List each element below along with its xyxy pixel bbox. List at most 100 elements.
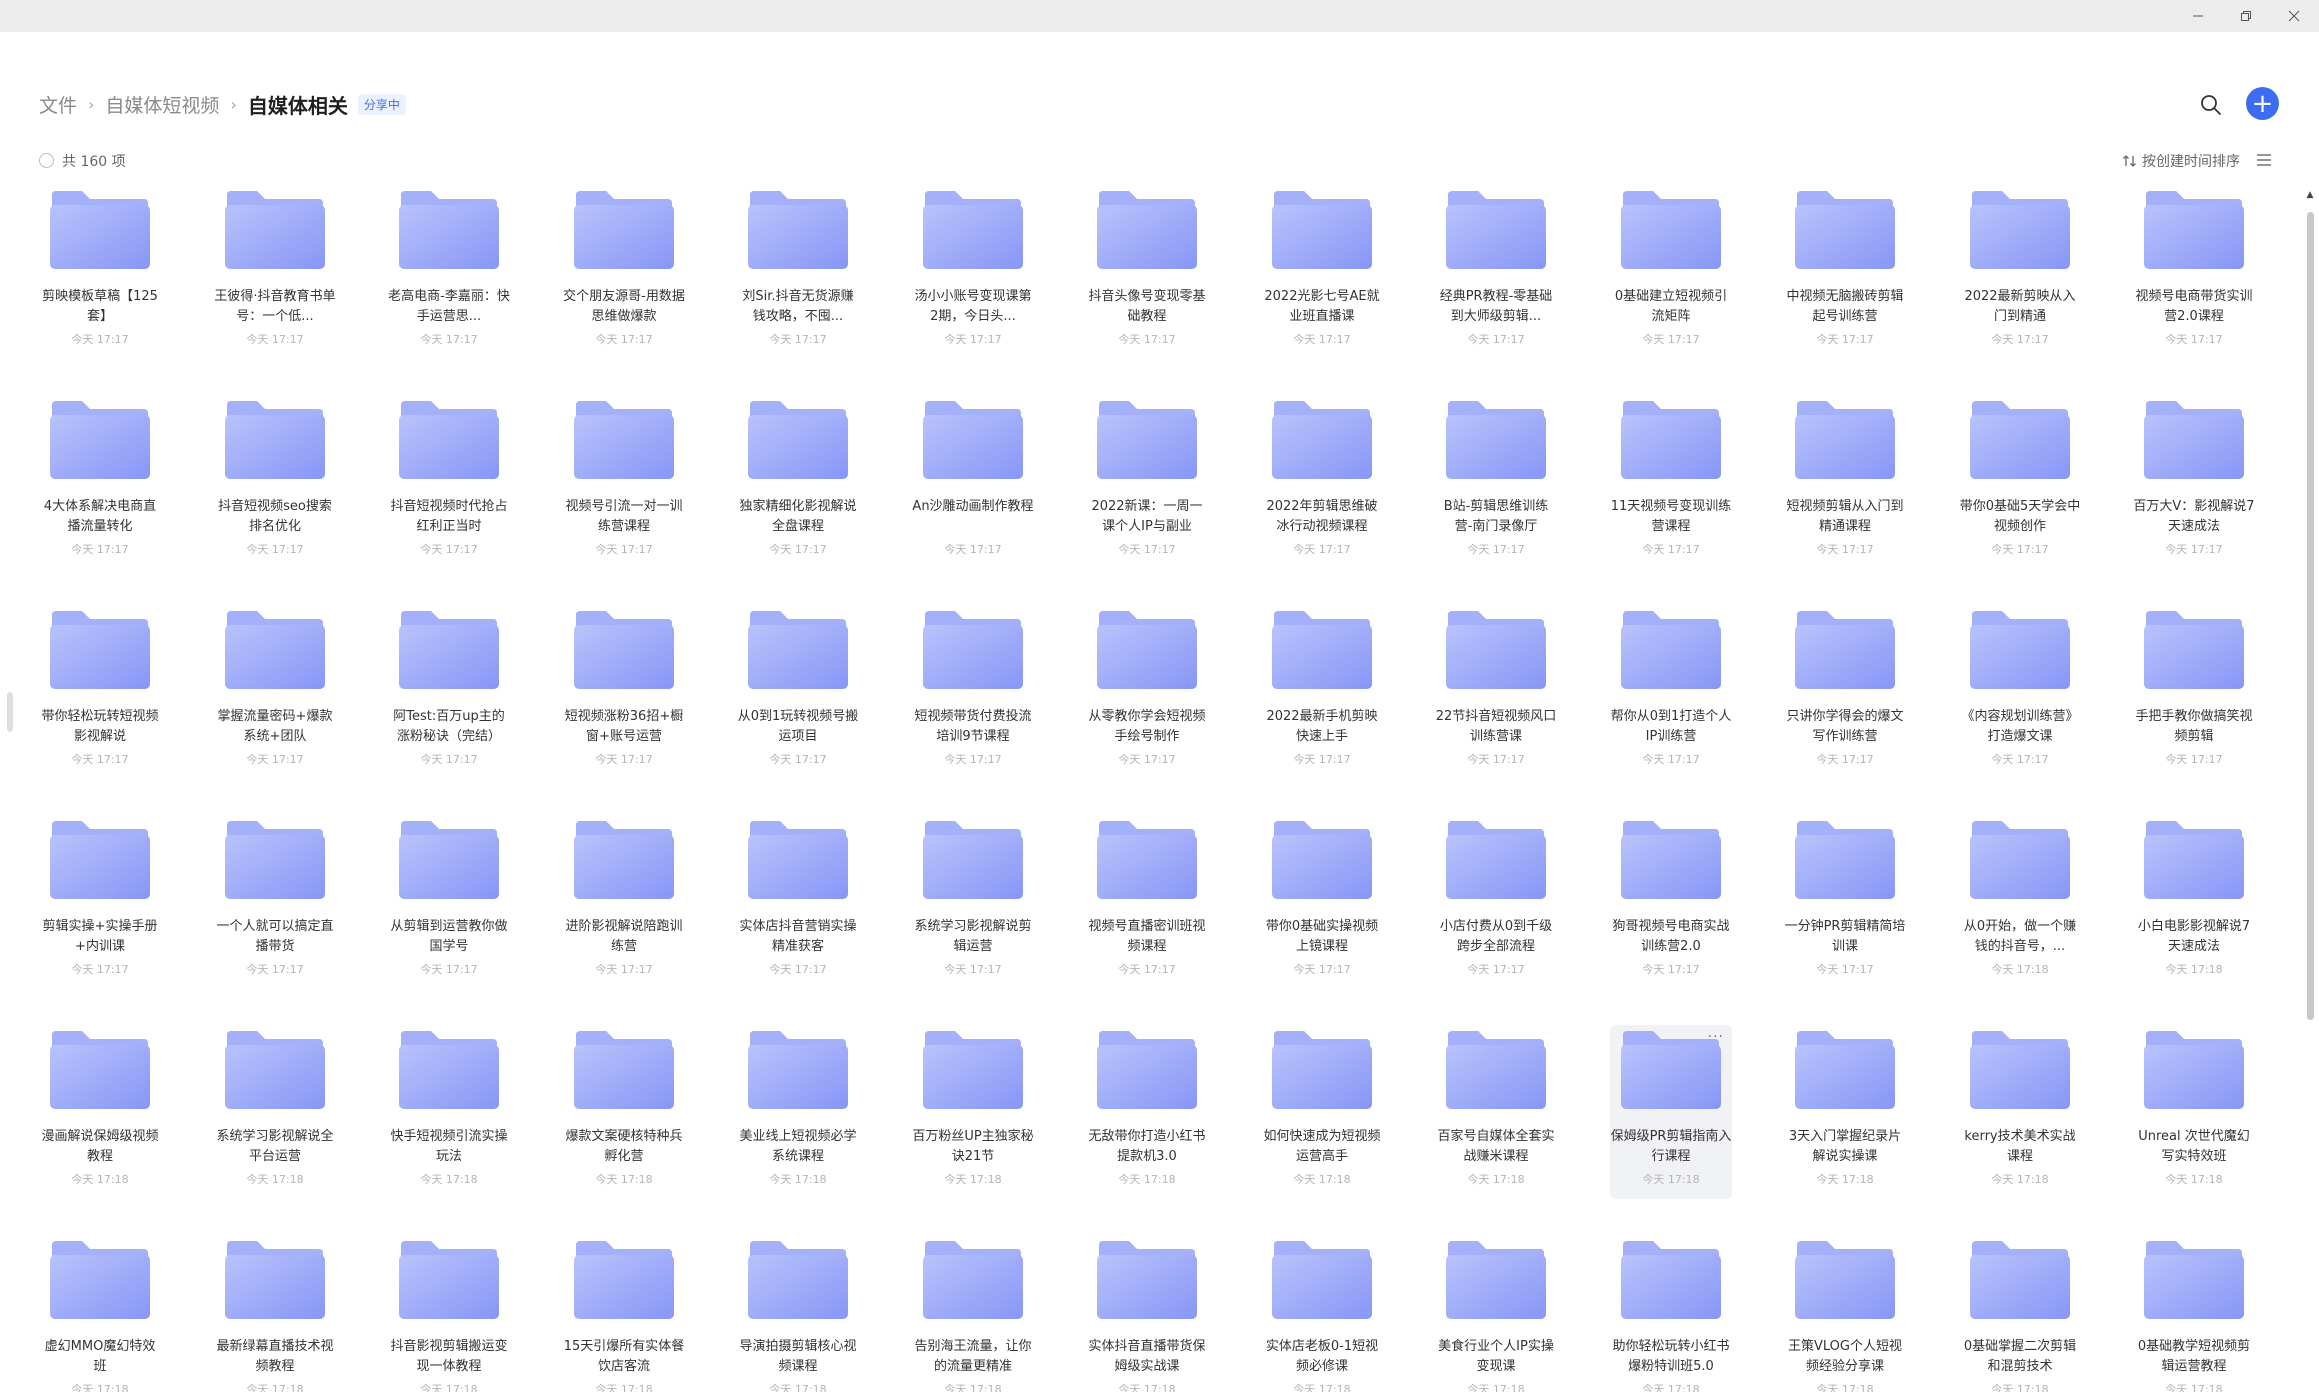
folder-item[interactable]: 带你0基础5天学会中视频创作 今天 17:17 (1959, 395, 2081, 569)
folder-item[interactable]: 22节抖音短视频风口训练营课 今天 17:17 (1435, 605, 1557, 779)
folder-item[interactable]: B站-剪辑思维训练营-南门录像厅 今天 17:17 (1435, 395, 1557, 569)
folder-item[interactable]: 手把手教你做搞笑视频剪辑 今天 17:17 (2133, 605, 2255, 779)
folder-item[interactable]: 2022新课：一周一课个人IP与副业 今天 17:17 (1086, 395, 1208, 569)
folder-item[interactable]: 实体抖音直播带货保姆级实战课 今天 17:18 (1086, 1235, 1208, 1392)
folder-item[interactable]: 实体店老板0-1短视频必修课 今天 17:18 (1261, 1235, 1383, 1392)
scroll-up-arrow-icon[interactable]: ▲ (2304, 190, 2316, 202)
folder-item[interactable]: An沙雕动画制作教程 今天 17:17 (912, 395, 1034, 569)
folder-item[interactable]: 老高电商-李嘉丽：快手运营思... 今天 17:17 (388, 185, 510, 359)
folder-item[interactable]: 无敌带你打造小红书提款机3.0 今天 17:18 (1086, 1025, 1208, 1199)
folder-item[interactable]: 系统学习影视解说剪辑运营 今天 17:17 (912, 815, 1034, 989)
folder-item[interactable]: 带你0基础实操视频上镜课程 今天 17:17 (1261, 815, 1383, 989)
folder-item[interactable]: 视频号引流一对一训练营课程 今天 17:17 (563, 395, 685, 569)
folder-item[interactable]: 小店付费从0到千级跨步全部流程 今天 17:17 (1435, 815, 1557, 989)
folder-item[interactable]: 4大体系解决电商直播流量转化 今天 17:17 (39, 395, 161, 569)
folder-item[interactable]: 帮你从0到1打造个人IP训练营 今天 17:17 (1610, 605, 1732, 779)
folder-icon (225, 1031, 325, 1109)
folder-item[interactable]: 告别海王流量，让你的流量更精准 今天 17:18 (912, 1235, 1034, 1392)
folder-item[interactable]: 独家精细化影视解说全盘课程 今天 17:17 (737, 395, 859, 569)
folder-item[interactable]: 经典PR教程-零基础到大师级剪辑... 今天 17:17 (1435, 185, 1557, 359)
folder-item[interactable]: Unreal 次世代魔幻写实特效班 今天 17:18 (2133, 1025, 2255, 1199)
list-view-icon[interactable] (2254, 150, 2274, 170)
breadcrumb-item-self-media-video[interactable]: 自媒体短视频 (105, 91, 219, 118)
folder-item[interactable]: 虚幻MMO魔幻特效班 今天 17:18 (39, 1235, 161, 1392)
folder-item[interactable]: 进阶影视解说陪跑训练营 今天 17:17 (563, 815, 685, 989)
folder-item[interactable]: 实体店抖音营销实操精准获客 今天 17:17 (737, 815, 859, 989)
folder-icon (1795, 1241, 1895, 1319)
folder-item[interactable]: 只讲你学得会的爆文写作训练营 今天 17:17 (1784, 605, 1906, 779)
folder-item[interactable]: 从0开始，做一个赚钱的抖音号，... 今天 17:18 (1959, 815, 2081, 989)
folder-item[interactable]: 从0到1玩转视频号搬运项目 今天 17:17 (737, 605, 859, 779)
folder-item[interactable]: 短视频带货付费投流培训9节课程 今天 17:17 (912, 605, 1034, 779)
folder-item[interactable]: 阿Test:百万up主的涨粉秘诀（完结） 今天 17:17 (388, 605, 510, 779)
folder-item[interactable]: 汤小小账号变现课第2期，今日头... 今天 17:17 (912, 185, 1034, 359)
folder-item[interactable]: 美业线上短视频必学系统课程 今天 17:18 (737, 1025, 859, 1199)
folder-item[interactable]: 0基础教学短视频剪辑运营教程 今天 17:18 (2133, 1235, 2255, 1392)
folder-item[interactable]: 如何快速成为短视频运营高手 今天 17:18 (1261, 1025, 1383, 1199)
folder-item[interactable]: 一分钟PR剪辑精简培训课 今天 17:17 (1784, 815, 1906, 989)
more-options-icon[interactable]: ··· (1708, 1029, 1724, 1045)
folder-item[interactable]: 15天引爆所有实体餐饮店客流 今天 17:18 (563, 1235, 685, 1392)
folder-item[interactable]: 从零教你学会短视频手绘号制作 今天 17:17 (1086, 605, 1208, 779)
folder-item[interactable]: 0基础掌握二次剪辑和混剪技术 今天 17:18 (1959, 1235, 2081, 1392)
folder-item[interactable]: 百家号自媒体全套实战赚米课程 今天 17:18 (1435, 1025, 1557, 1199)
folder-item[interactable]: 百万大V：影视解说7天速成法 今天 17:17 (2133, 395, 2255, 569)
select-all-checkbox[interactable] (39, 153, 54, 168)
folder-item[interactable]: 王彼得·抖音教育书单号：一个低... 今天 17:17 (214, 185, 336, 359)
folder-item[interactable]: 剪辑实操+实操手册+内训课 今天 17:17 (39, 815, 161, 989)
folder-name: 2022最新手机剪映快速上手 (1266, 709, 1378, 744)
folder-item[interactable]: 保姆级PR剪辑指南入行课程 今天 17:18 ··· (1610, 1025, 1732, 1199)
folder-item[interactable]: 从剪辑到运营教你做国学号 今天 17:17 (388, 815, 510, 989)
folder-item[interactable]: 短视频剪辑从入门到精通课程 今天 17:17 (1784, 395, 1906, 569)
sidebar-resize-handle[interactable] (7, 692, 13, 732)
folder-icon (1621, 191, 1721, 269)
folder-item[interactable]: 中视频无脑搬砖剪辑起号训练营 今天 17:17 (1784, 185, 1906, 359)
folder-item[interactable]: 视频号电商带货实训营2.0课程 今天 17:17 (2133, 185, 2255, 359)
folder-item[interactable]: 抖音影视剪辑搬运变现一体教程 今天 17:18 (388, 1235, 510, 1392)
folder-item[interactable]: 3天入门掌握纪录片解说实操课 今天 17:18 (1784, 1025, 1906, 1199)
scrollbar-thumb[interactable] (2307, 212, 2314, 1020)
folder-item[interactable]: 视频号直播密训班视频课程 今天 17:17 (1086, 815, 1208, 989)
folder-item[interactable]: 导演拍摄剪辑核心视频课程 今天 17:18 (737, 1235, 859, 1392)
folder-item[interactable]: 小白电影影视解说7天速成法 今天 17:18 (2133, 815, 2255, 989)
close-icon[interactable] (2268, 0, 2319, 32)
folder-item[interactable]: 短视频涨粉36招+橱窗+账号运营 今天 17:17 (563, 605, 685, 779)
folder-time: 今天 17:17 (1991, 333, 2049, 346)
folder-item[interactable]: 抖音短视频seo搜索排名优化 今天 17:17 (214, 395, 336, 569)
folder-item[interactable]: 王策VLOG个人短视频经验分享课 今天 17:18 (1784, 1235, 1906, 1392)
folder-item[interactable]: 0基础建立短视频引流矩阵 今天 17:17 (1610, 185, 1732, 359)
folder-item[interactable]: 2022年剪辑思维破冰行动视频课程 今天 17:17 (1261, 395, 1383, 569)
vertical-scrollbar[interactable]: ▲ (2304, 190, 2316, 1392)
folder-item[interactable]: 掌握流量密码+爆款系统+团队 今天 17:17 (214, 605, 336, 779)
folder-item[interactable]: 漫画解说保姆级视频教程 今天 17:18 (39, 1025, 161, 1199)
folder-item[interactable]: 狗哥视频号电商实战训练营2.0 今天 17:17 (1610, 815, 1732, 989)
breadcrumb: 文件 › 自媒体短视频 › 自媒体相关 分享中 (39, 90, 406, 118)
folder-item[interactable]: 2022最新剪映从入门到精通 今天 17:17 (1959, 185, 2081, 359)
folder-item[interactable]: 11天视频号变现训练营课程 今天 17:17 (1610, 395, 1732, 569)
sort-button[interactable]: 按创建时间排序 (2122, 151, 2240, 171)
add-button[interactable]: + (2246, 87, 2279, 120)
folder-item[interactable]: 交个朋友源哥-用数据思维做爆款 今天 17:17 (563, 185, 685, 359)
folder-item[interactable]: 2022光影七号AE就业班直播课 今天 17:17 (1261, 185, 1383, 359)
folder-item[interactable]: 系统学习影视解说全平台运营 今天 17:18 (214, 1025, 336, 1199)
folder-item[interactable]: 剪映模板草稿【125套】 今天 17:17 (39, 185, 161, 359)
search-icon[interactable] (2198, 92, 2224, 118)
folder-item[interactable]: 百万粉丝UP主独家秘诀21节 今天 17:18 (912, 1025, 1034, 1199)
folder-item[interactable]: 抖音短视频时代抢占红利正当时 今天 17:17 (388, 395, 510, 569)
folder-icon (225, 401, 325, 479)
restore-icon[interactable] (2220, 0, 2272, 32)
folder-item[interactable]: 爆款文案硬核特种兵孵化营 今天 17:18 (563, 1025, 685, 1199)
folder-item[interactable]: 带你轻松玩转短视频影视解说 今天 17:17 (39, 605, 161, 779)
folder-item[interactable]: 抖音头像号变现零基础教程 今天 17:17 (1086, 185, 1208, 359)
folder-item[interactable]: 助你轻松玩转小红书爆粉特训班5.0 今天 17:18 (1610, 1235, 1732, 1392)
breadcrumb-item-files[interactable]: 文件 (39, 91, 77, 118)
folder-item[interactable]: 快手短视频引流实操玩法 今天 17:18 (388, 1025, 510, 1199)
folder-item[interactable]: 《内容规划训练营》打造爆文课 今天 17:17 (1959, 605, 2081, 779)
folder-item[interactable]: kerry技术美术实战课程 今天 17:18 (1959, 1025, 2081, 1199)
folder-item[interactable]: 最新绿幕直播技术视频教程 今天 17:18 (214, 1235, 336, 1392)
folder-item[interactable]: 一个人就可以搞定直播带货 今天 17:17 (214, 815, 336, 989)
minimize-icon[interactable] (2172, 0, 2224, 32)
folder-item[interactable]: 刘Sir.抖音无货源赚钱攻略，不囤... 今天 17:17 (737, 185, 859, 359)
folder-item[interactable]: 美食行业个人IP实操变现课 今天 17:18 (1435, 1235, 1557, 1392)
folder-item[interactable]: 2022最新手机剪映快速上手 今天 17:17 (1261, 605, 1383, 779)
